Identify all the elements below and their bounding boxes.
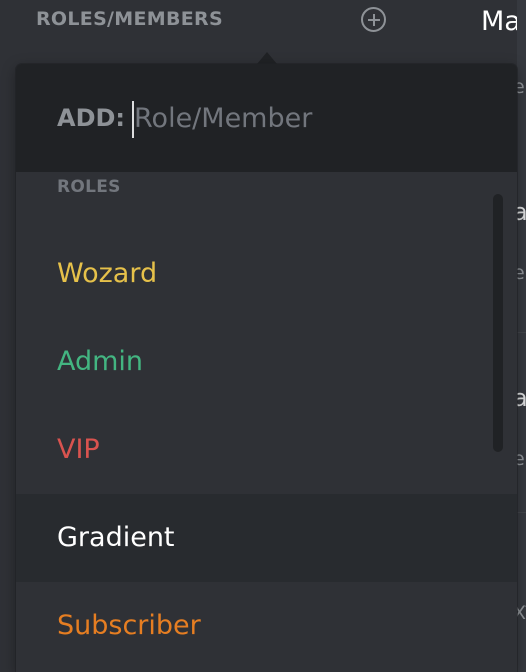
add-role-member-popover: ADD: ROLES Wozard Admin VIP Gradient Sub… — [16, 64, 517, 672]
roles-section-label: ROLES — [57, 177, 121, 197]
divider — [517, 332, 526, 333]
divider — [517, 512, 526, 513]
roles-members-header: ROLES/MEMBERS — [36, 8, 223, 30]
popover-caret — [257, 52, 277, 64]
role-member-search-input[interactable] — [134, 96, 494, 140]
search-area: ADD: — [16, 64, 517, 172]
role-item-vip[interactable]: VIP — [16, 406, 517, 494]
role-item-subscriber[interactable]: Subscriber — [16, 582, 517, 670]
role-item-wozard[interactable]: Wozard — [16, 230, 517, 318]
role-list: Wozard Admin VIP Gradient Subscriber — [16, 230, 517, 670]
scrollbar-thumb[interactable] — [493, 194, 503, 452]
right-pane — [517, 0, 526, 672]
scrollbar[interactable] — [489, 194, 507, 454]
role-item-gradient[interactable]: Gradient — [16, 494, 517, 582]
plus-circle-icon[interactable] — [361, 7, 386, 32]
add-label: ADD: — [57, 104, 126, 132]
right-pane-title: Ma — [481, 6, 521, 37]
role-item-admin[interactable]: Admin — [16, 318, 517, 406]
